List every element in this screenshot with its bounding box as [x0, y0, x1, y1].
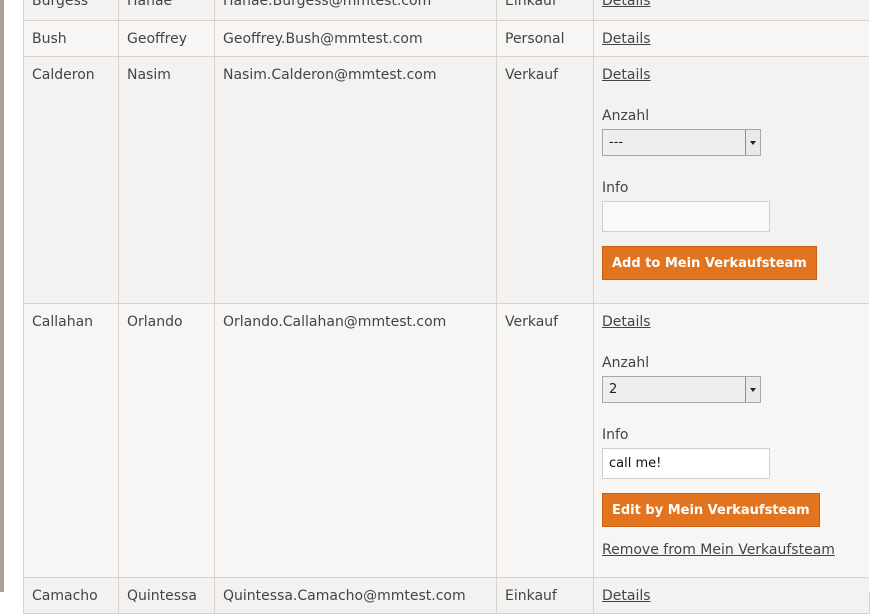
cell-email: Orlando.Callahan@mmtest.com	[214, 303, 497, 578]
details-link[interactable]: Details	[602, 67, 651, 83]
cell-first-name: Hanae	[118, 0, 215, 21]
add-to-team-button[interactable]: Add to Mein Verkaufsteam	[602, 246, 817, 280]
cell-first-name: Geoffrey	[118, 20, 215, 57]
cell-department: Verkauf	[496, 56, 594, 304]
cell-first-name: Nasim	[118, 56, 215, 304]
cell-email: Hanae.Burgess@mmtest.com	[214, 0, 497, 21]
details-link[interactable]: Details	[602, 588, 651, 604]
cell-department: Personal	[496, 20, 594, 57]
info-input[interactable]	[602, 201, 770, 232]
details-link[interactable]: Details	[602, 31, 651, 47]
cell-actions: Details Anzahl --- Info Add to Mein Verk…	[593, 56, 870, 304]
cell-actions: Details	[593, 577, 870, 614]
details-link[interactable]: Details	[602, 0, 651, 9]
cell-email: Quintessa.Camacho@mmtest.com	[214, 577, 497, 614]
chevron-down-icon[interactable]	[745, 130, 760, 155]
chevron-down-icon[interactable]	[745, 377, 760, 402]
cell-last-name: Callahan	[23, 303, 119, 578]
remove-from-team-link[interactable]: Remove from Mein Verkaufsteam	[602, 541, 861, 577]
cell-department: Verkauf	[496, 303, 594, 578]
users-table: Burgess Hanae Hanae.Burgess@mmtest.com E…	[23, 0, 870, 614]
cell-first-name: Orlando	[118, 303, 215, 578]
cell-actions: Details	[593, 0, 870, 21]
anzahl-select[interactable]: 2	[602, 376, 761, 403]
info-label: Info	[602, 180, 629, 196]
anzahl-label: Anzahl	[602, 108, 650, 124]
edit-team-button[interactable]: Edit by Mein Verkaufsteam	[602, 493, 820, 527]
details-link[interactable]: Details	[602, 314, 651, 330]
cell-department: Einkauf	[496, 577, 594, 614]
anzahl-select[interactable]: ---	[602, 129, 761, 156]
anzahl-selected-value: 2	[609, 382, 618, 397]
info-input[interactable]	[602, 448, 770, 479]
cell-email: Nasim.Calderon@mmtest.com	[214, 56, 497, 304]
anzahl-label: Anzahl	[602, 355, 650, 371]
cell-first-name: Quintessa	[118, 577, 215, 614]
table-row: Burgess Hanae Hanae.Burgess@mmtest.com E…	[23, 0, 870, 21]
table-row: Camacho Quintessa Quintessa.Camacho@mmte…	[23, 577, 870, 614]
table-row: Bush Geoffrey Geoffrey.Bush@mmtest.com P…	[23, 20, 870, 57]
cell-department: Einkauf	[496, 0, 594, 21]
cell-last-name: Bush	[23, 20, 119, 57]
cell-last-name: Calderon	[23, 56, 119, 304]
info-label: Info	[602, 427, 629, 443]
page-right-margin	[869, 0, 876, 592]
table-row: Callahan Orlando Orlando.Callahan@mmtest…	[23, 303, 870, 578]
table-row: Calderon Nasim Nasim.Calderon@mmtest.com…	[23, 56, 870, 304]
cell-actions: Details	[593, 20, 870, 57]
anzahl-selected-value: ---	[609, 135, 624, 150]
cell-last-name: Burgess	[23, 0, 119, 21]
cell-email: Geoffrey.Bush@mmtest.com	[214, 20, 497, 57]
cell-actions: Details Anzahl 2 Info Edit by Mein Verka…	[593, 303, 870, 578]
page-left-margin	[4, 0, 23, 592]
cell-last-name: Camacho	[23, 577, 119, 614]
